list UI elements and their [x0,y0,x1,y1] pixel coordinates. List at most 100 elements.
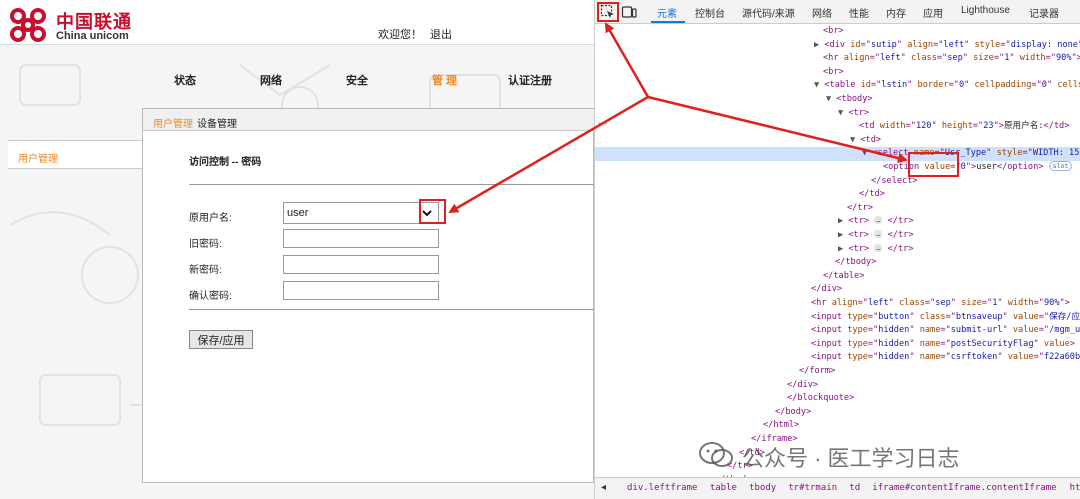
dom-token: type [847,325,868,336]
dom-node-selected[interactable]: ▼ <select name="Usr_Type" style="WIDTH: … [595,147,1080,161]
nav-management[interactable]: 管 理 [432,72,457,88]
dom-token: width [1007,298,1034,308]
dom-token: =" [993,53,1005,64]
tab-elements[interactable]: 元素 [657,5,677,20]
logout-link[interactable]: 退出 [430,26,452,42]
dom-token: <td [859,121,880,132]
unicom-knot-icon [10,8,46,42]
dom-breadcrumb-item[interactable]: td [849,483,860,493]
dom-token: " [997,352,1008,363]
expand-triangle-closed-icon[interactable]: ▶ [838,244,848,254]
username-label: 原用户名: [189,213,232,224]
dom-token: btnsaveup [955,311,1003,322]
dom-token: =" [860,39,871,50]
dom-token: " [1033,338,1044,349]
expand-triangle-open-icon[interactable]: ▼ [862,148,872,158]
dom-token: value [1012,325,1039,336]
dom-token: " [986,148,997,159]
dom-token: size [961,298,982,308]
watermark-text: 公众号 · 医工学习日志 [742,446,960,471]
dom-breadcrumb-item[interactable]: html [1070,483,1080,493]
nav-status[interactable]: 状态 [174,72,196,88]
tab-console[interactable]: 控制台 [695,5,725,20]
expand-triangle-open-icon[interactable]: ▼ [838,108,848,118]
new-password-field[interactable] [283,255,439,274]
content-panel: 用户管理 设备管理 访问控制 -- 密码 原用户名: user 旧密码: 新密码… [142,108,594,483]
slot-badge[interactable]: slot [1048,161,1073,171]
dom-token: hidden [878,352,910,363]
more-options-icon[interactable]: ··· [598,118,608,129]
tab-lighthouse[interactable]: Lighthouse [961,5,1010,16]
dom-breadcrumb-item[interactable]: tr#trmain [788,483,837,493]
dom-token: </form> [799,366,836,376]
highlight-box-inspect [597,2,619,22]
dom-token: =" [905,121,916,132]
dom-token: <input [811,352,848,363]
expand-triangle-open-icon[interactable]: ▼ [814,80,824,90]
dom-token: size [973,53,994,64]
expand-triangle-open-icon[interactable]: ▼ [826,94,836,104]
tab-performance[interactable]: 性能 [849,5,869,20]
dom-token: id [860,80,871,91]
dom-token: width [879,121,906,132]
expand-triangle-closed-icon[interactable]: ▶ [814,40,824,50]
main-navigation: 状态 网络 安全 管 理 认证注册 [150,72,590,90]
dom-token: <br> [823,26,844,36]
dom-token: =" [1033,298,1044,308]
dom-token: csrftoken [950,352,998,363]
confirm-password-field[interactable] [283,281,439,300]
dom-token: </body> [775,406,812,417]
save-apply-button[interactable]: 保存/应用 [189,330,253,349]
tab-memory[interactable]: 内存 [886,5,906,20]
old-password-field[interactable] [283,229,439,248]
expand-triangle-closed-icon[interactable]: ▶ [838,230,848,240]
username-select[interactable]: user [283,202,439,224]
tab-recorder[interactable]: 记录器 [1029,5,1059,20]
dom-breadcrumb-item[interactable]: tbody [749,483,776,493]
dom-token: display: none [1010,39,1078,50]
dom-token: hidden [878,338,910,349]
china-unicom-logo: 中国联通 China unicom [4,4,144,46]
dom-token: " [950,298,962,308]
nav-network[interactable]: 网络 [260,72,282,88]
dom-token: class [919,311,946,322]
tab-network[interactable]: 网络 [812,5,832,20]
dom-token: <tr> [848,230,875,240]
nav-security[interactable]: 安全 [346,72,368,88]
expand-triangle-open-icon[interactable]: ▼ [850,135,860,145]
dom-token: =" [981,298,993,308]
dom-breadcrumb-item[interactable]: div.leftframe [627,483,697,493]
breadcrumb-device-management[interactable]: 设备管理 [197,115,237,130]
dom-token: </td> [1043,121,1070,132]
dom-token: <table [824,80,861,91]
dom-breadcrumb-item[interactable]: iframe#contentIframe.contentIframe [872,483,1056,493]
dom-token: " [964,39,975,50]
dom-breadcrumb-item[interactable]: table [710,483,737,493]
sidebar-item-user-management[interactable]: 用户管理 [18,150,58,165]
dom-token: " [896,39,908,50]
dom-token: =" [940,325,951,336]
breadcrumb-user-management[interactable]: 用户管理 [153,115,193,130]
dom-token: <input [811,325,848,336]
dom-token: <hr [811,298,832,308]
dom-token: style [996,148,1023,159]
dom-breadcrumb-bar: ◂ div.leftframe table tbody tr#trmain td ifra… [595,477,1080,499]
dom-token: /mgm_usr_user. [1049,325,1080,336]
dom-token: "> [1071,53,1080,64]
dom-token: =" [972,121,984,132]
dom-token: =" [1022,148,1033,159]
tab-application[interactable]: 应用 [923,5,943,20]
dom-token: =" [1038,311,1050,322]
dom-token: "> [993,121,1004,132]
nav-auth-register[interactable]: 认证注册 [508,72,552,88]
dom-token: <br> [823,66,844,77]
dom-token: =" [869,53,880,64]
dom-tree: <br> ▶ <div id="sutip" align="left" style… [595,25,1080,485]
device-toolbar-icon[interactable] [621,4,637,20]
expand-triangle-closed-icon[interactable]: ▶ [838,216,848,226]
divider [189,309,594,310]
old-password-label: 旧密码: [189,239,222,250]
scroll-left-icon[interactable]: ◂ [601,482,606,493]
dom-token: WIDTH: 150px [1032,148,1080,159]
tab-sources[interactable]: 源代码/来源 [742,5,795,20]
